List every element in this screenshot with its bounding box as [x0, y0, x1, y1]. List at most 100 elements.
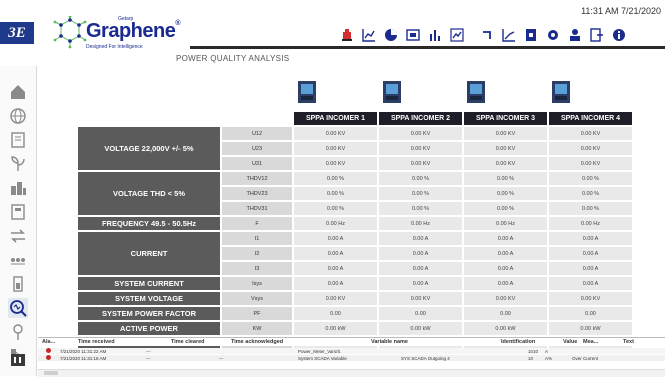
value-cell: 0.00 KV: [294, 127, 377, 140]
value-cell: 0.00 A: [379, 232, 462, 245]
line-chart-icon[interactable]: [450, 28, 464, 42]
parameter-label: THDV31: [222, 202, 292, 215]
value-cell: 0.00 %: [464, 202, 547, 215]
report-icon[interactable]: [406, 28, 420, 42]
value-cell: 0.00 A: [464, 262, 547, 275]
alarm-time-acknowledged: ---: [219, 356, 224, 361]
battery-icon[interactable]: [8, 274, 28, 294]
value-cell: 0.00 KV: [379, 292, 462, 305]
parameter-label: U12: [222, 127, 292, 140]
value-cell: 0.00 KV: [464, 127, 547, 140]
value-cell: 0.00 %: [379, 202, 462, 215]
undo-icon[interactable]: [480, 28, 494, 42]
alarm-time-cleared: ---: [146, 349, 151, 354]
probe-icon[interactable]: [8, 322, 28, 342]
home-icon[interactable]: [8, 82, 28, 102]
parameter-label: THDV23: [222, 187, 292, 200]
value-cell: 0.00 A: [379, 277, 462, 290]
trend-chart-icon[interactable]: [362, 28, 376, 42]
group-label: SYSTEM CURRENT: [78, 277, 220, 290]
column-header: SPPA INCOMER 4: [549, 112, 632, 125]
scrollbar-thumb[interactable]: [44, 371, 58, 375]
group-label: ACTIVE POWER: [78, 322, 220, 335]
info-icon[interactable]: [612, 28, 626, 42]
value-cell: 0.00 KV: [464, 157, 547, 170]
value-cell: 0.00 %: [294, 187, 377, 200]
value-cell: 0.00 A: [294, 232, 377, 245]
header-divider: [190, 46, 665, 49]
parameter-label: PF: [222, 307, 292, 320]
group-label: SYSTEM POWER FACTOR: [78, 307, 220, 320]
schematic-icon[interactable]: [8, 250, 28, 270]
gear-icon[interactable]: [546, 28, 560, 42]
logout-icon[interactable]: [590, 28, 604, 42]
value-cell: 0.00 A: [294, 277, 377, 290]
panel-icon[interactable]: [8, 202, 28, 222]
value-cell: 0.00 A: [549, 247, 632, 260]
device-meter-icon: [297, 80, 317, 104]
alarm-value: 1010: [528, 349, 539, 354]
globe-icon[interactable]: [8, 106, 28, 126]
alarm-col-header[interactable]: Text: [623, 339, 634, 345]
value-cell: 0.00 KV: [549, 127, 632, 140]
alarm-time-received: 7/21/2020 11:31:22 AM: [60, 349, 107, 354]
value-cell: 0.00 kW: [294, 322, 377, 335]
column-header: SPPA INCOMER 2: [379, 112, 462, 125]
building-icon[interactable]: [8, 178, 28, 198]
alarm-col-header[interactable]: Variable name: [371, 339, 408, 345]
user-icon[interactable]: [568, 28, 582, 42]
device-meter-icon: [551, 80, 571, 104]
parameter-label: U31: [222, 157, 292, 170]
brand-name-text: Graphene: [86, 20, 176, 42]
value-cell: 0.00 KV: [379, 157, 462, 170]
alarm-row[interactable]: 7/21/2020 11:31:18 AM --- --- System SCA…: [38, 355, 665, 361]
value-cell: 0.00 Hz: [379, 217, 462, 230]
trademark: ®: [175, 20, 181, 27]
device-meter-icon: [466, 80, 486, 104]
alarm-col-header[interactable]: Identification: [501, 339, 535, 345]
document-icon[interactable]: [8, 130, 28, 150]
value-cell: 0.00 A: [549, 232, 632, 245]
column-header: SPPA INCOMER 3: [464, 112, 547, 125]
sidebar: [0, 66, 37, 376]
column-header: SPPA INCOMER 1: [294, 112, 377, 125]
alarm-col-header[interactable]: Time acknowledged: [231, 339, 283, 345]
value-cell: 0.00 Hz: [549, 217, 632, 230]
page-title: POWER QUALITY ANALYSIS: [176, 54, 290, 63]
value-cell: 0.00 %: [294, 172, 377, 185]
graph-icon[interactable]: [502, 28, 516, 42]
value-cell: 0.00: [549, 307, 632, 320]
graphene-logo: Getarp Graphene® Designed For Intelligen…: [52, 16, 180, 50]
table-corner: [78, 112, 292, 125]
group-label: SYSTEM VOLTAGE: [78, 292, 220, 305]
controller-icon[interactable]: [8, 350, 28, 370]
value-cell: 0.00 A: [294, 247, 377, 260]
table-row: CURRENT I1 0.00 A 0.00 A 0.00 A 0.00 A: [78, 232, 632, 275]
export-icon[interactable]: [524, 28, 538, 42]
value-cell: 0.00 %: [294, 202, 377, 215]
brand-tagline: Designed For Intelligence: [86, 44, 143, 50]
alarm-col-header[interactable]: Ala...: [42, 339, 55, 345]
table-row: VOLTAGE 22,000V +/- 5% U12 0.00 KV 0.00 KV 0…: [78, 127, 632, 170]
group-label: VOLTAGE THD < 5%: [78, 172, 220, 215]
table-row: SYSTEM VOLTAGE Vsys 0.00 KV 0.00 KV 0.00 KV 0…: [78, 292, 632, 305]
parameter-label: F: [222, 217, 292, 230]
value-cell: 0.00 KV: [464, 142, 547, 155]
value-cell: 0.00 Hz: [464, 217, 547, 230]
bar-chart-icon[interactable]: [428, 28, 442, 42]
value-cell: 0.00 KV: [294, 142, 377, 155]
power-quality-icon[interactable]: [8, 298, 28, 318]
alarm-col-header[interactable]: Time received: [78, 339, 115, 345]
power-quality-table: SPPA INCOMER 1 SPPA INCOMER 2 SPPA INCOM…: [76, 110, 634, 352]
value-cell: 0.00 %: [464, 187, 547, 200]
alarm-col-header[interactable]: Value: [563, 339, 577, 345]
value-cell: 0.00 %: [464, 172, 547, 185]
alarm-col-header[interactable]: Time cleared: [171, 339, 205, 345]
transfer-icon[interactable]: [8, 226, 28, 246]
pie-chart-icon[interactable]: [384, 28, 398, 42]
alarm-col-header[interactable]: Mea...: [583, 339, 598, 345]
alarm-row[interactable]: 7/21/2020 11:31:22 AM --- Power_Meter_Va…: [38, 348, 665, 354]
table-row: SYSTEM CURRENT Isys 0.00 A 0.00 A 0.00 A 0.00…: [78, 277, 632, 290]
alarm-bell-icon[interactable]: [340, 28, 354, 42]
plant-icon[interactable]: [8, 154, 28, 174]
